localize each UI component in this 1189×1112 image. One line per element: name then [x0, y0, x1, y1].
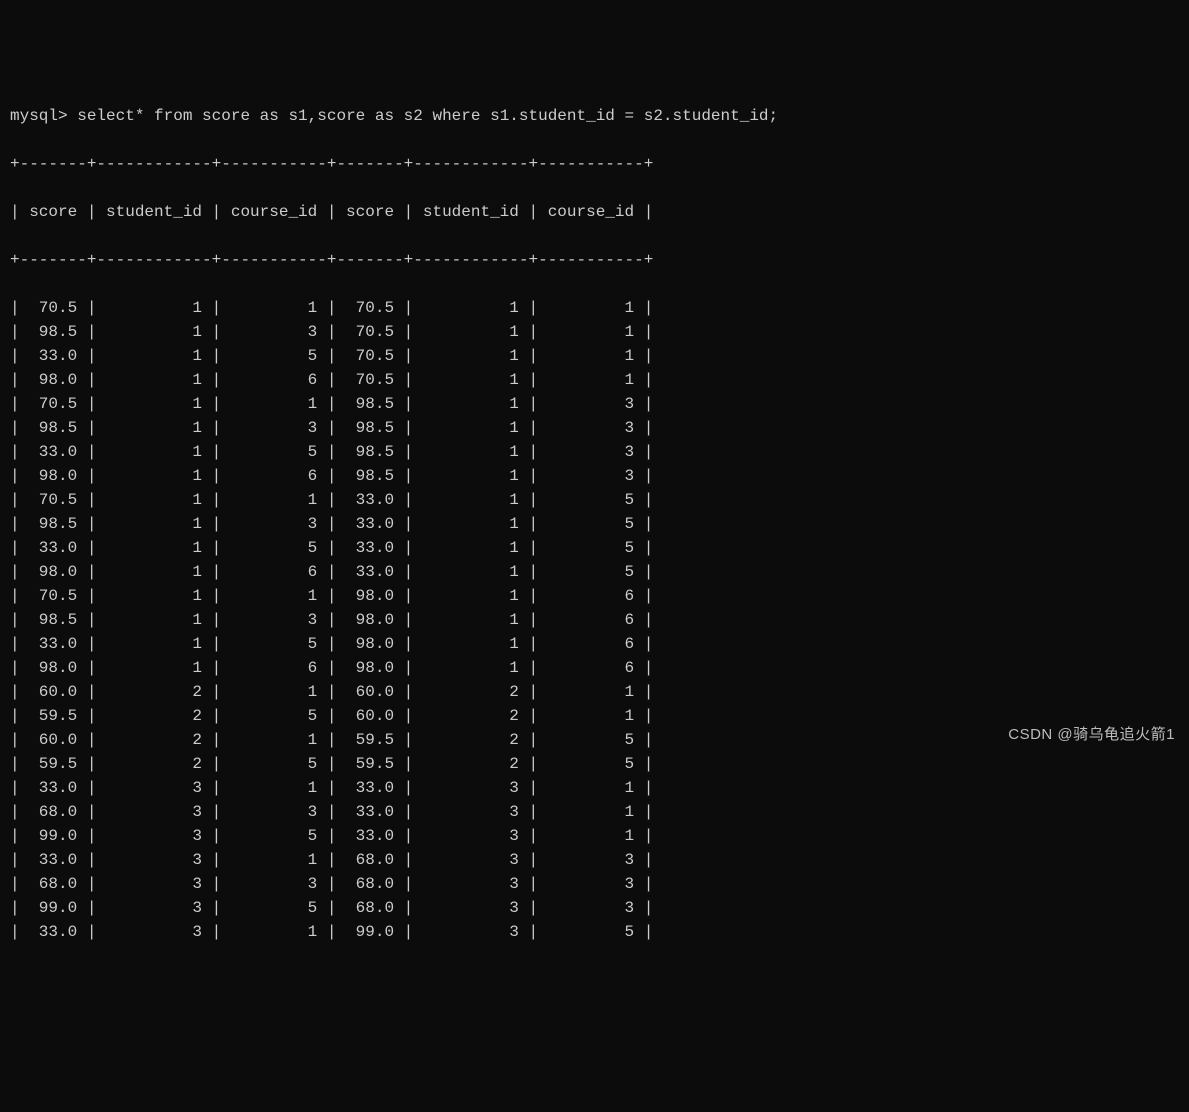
table-row: | 70.5 | 1 | 1 | 98.5 | 1 | 3 |: [10, 392, 1179, 416]
table-row: | 98.5 | 1 | 3 | 98.0 | 1 | 6 |: [10, 608, 1179, 632]
table-row: | 59.5 | 2 | 5 | 60.0 | 2 | 1 |: [10, 704, 1179, 728]
table-row: | 99.0 | 3 | 5 | 33.0 | 3 | 1 |: [10, 824, 1179, 848]
mysql-prompt: mysql>: [10, 107, 77, 125]
table-row: | 33.0 | 3 | 1 | 68.0 | 3 | 3 |: [10, 848, 1179, 872]
table-row: | 33.0 | 3 | 1 | 99.0 | 3 | 5 |: [10, 920, 1179, 944]
sql-query: select* from score as s1,score as s2 whe…: [77, 107, 778, 125]
table-border-top: +-------+------------+-----------+------…: [10, 152, 1179, 176]
table-body: | 70.5 | 1 | 1 | 70.5 | 1 | 1 || 98.5 | …: [10, 296, 1179, 944]
table-row: | 33.0 | 1 | 5 | 70.5 | 1 | 1 |: [10, 344, 1179, 368]
table-border-mid: +-------+------------+-----------+------…: [10, 248, 1179, 272]
table-row: | 98.0 | 1 | 6 | 70.5 | 1 | 1 |: [10, 368, 1179, 392]
table-row: | 98.5 | 1 | 3 | 33.0 | 1 | 5 |: [10, 512, 1179, 536]
table-row: | 70.5 | 1 | 1 | 70.5 | 1 | 1 |: [10, 296, 1179, 320]
table-row: | 68.0 | 3 | 3 | 33.0 | 3 | 1 |: [10, 800, 1179, 824]
sql-prompt-line[interactable]: mysql> select* from score as s1,score as…: [10, 104, 1179, 128]
table-row: | 60.0 | 2 | 1 | 60.0 | 2 | 1 |: [10, 680, 1179, 704]
table-row: | 98.5 | 1 | 3 | 70.5 | 1 | 1 |: [10, 320, 1179, 344]
table-row: | 33.0 | 1 | 5 | 98.5 | 1 | 3 |: [10, 440, 1179, 464]
table-row: | 99.0 | 3 | 5 | 68.0 | 3 | 3 |: [10, 896, 1179, 920]
csdn-watermark: CSDN @骑乌龟追火箭1: [1008, 723, 1175, 747]
table-row: | 98.0 | 1 | 6 | 98.0 | 1 | 6 |: [10, 656, 1179, 680]
table-row: | 70.5 | 1 | 1 | 98.0 | 1 | 6 |: [10, 584, 1179, 608]
table-row: | 70.5 | 1 | 1 | 33.0 | 1 | 5 |: [10, 488, 1179, 512]
table-row: | 60.0 | 2 | 1 | 59.5 | 2 | 5 |: [10, 728, 1179, 752]
table-row: | 33.0 | 1 | 5 | 98.0 | 1 | 6 |: [10, 632, 1179, 656]
table-row: | 33.0 | 1 | 5 | 33.0 | 1 | 5 |: [10, 536, 1179, 560]
table-header-row: | score | student_id | course_id | score…: [10, 200, 1179, 224]
table-row: | 33.0 | 3 | 1 | 33.0 | 3 | 1 |: [10, 776, 1179, 800]
table-row: | 98.0 | 1 | 6 | 33.0 | 1 | 5 |: [10, 560, 1179, 584]
table-row: | 98.5 | 1 | 3 | 98.5 | 1 | 3 |: [10, 416, 1179, 440]
table-row: | 98.0 | 1 | 6 | 98.5 | 1 | 3 |: [10, 464, 1179, 488]
table-row: | 68.0 | 3 | 3 | 68.0 | 3 | 3 |: [10, 872, 1179, 896]
table-row: | 59.5 | 2 | 5 | 59.5 | 2 | 5 |: [10, 752, 1179, 776]
